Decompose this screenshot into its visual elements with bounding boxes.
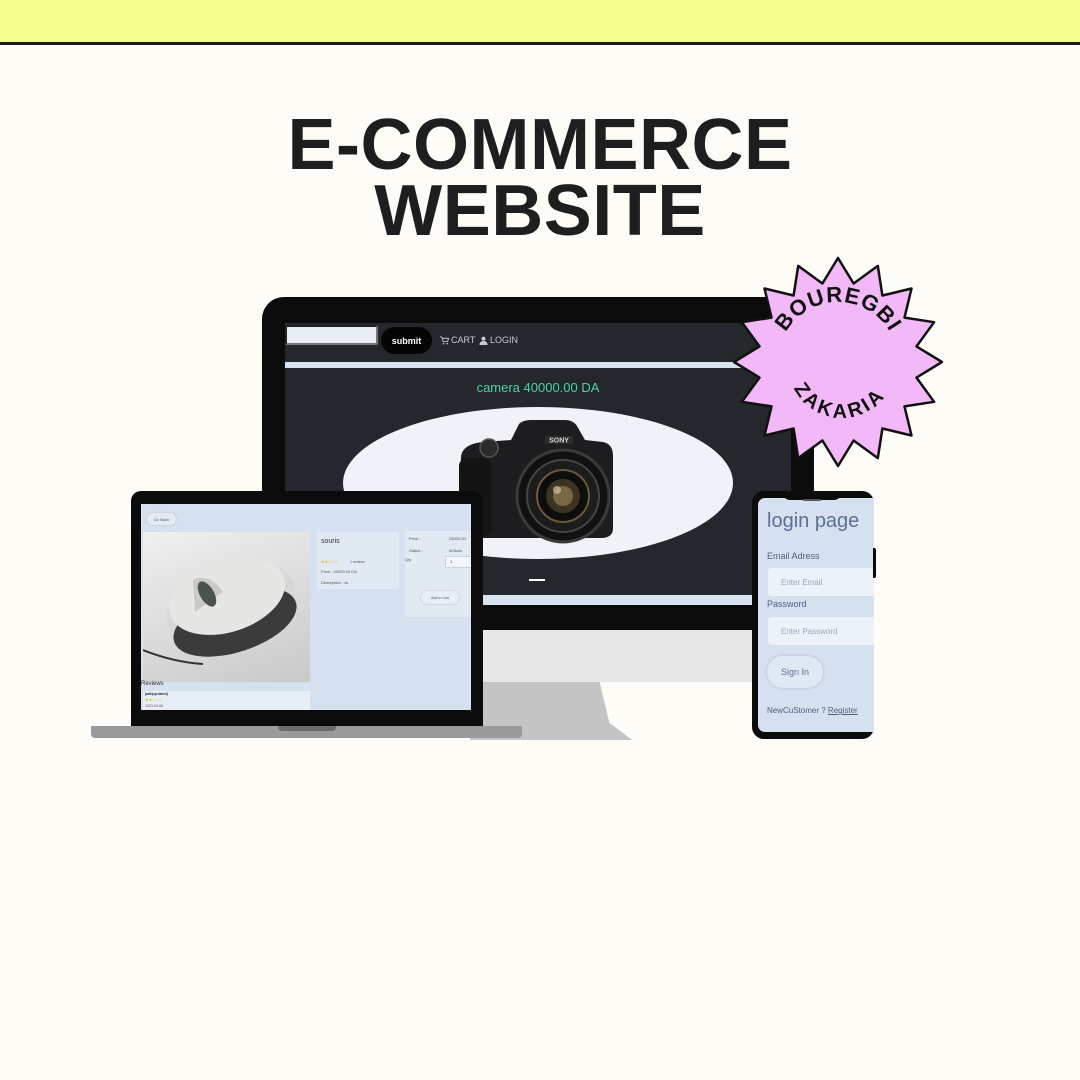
login-page-title: login page [767, 510, 860, 532]
sign-in-button[interactable]: Sign In [767, 656, 823, 688]
qty-label: Qty [405, 557, 412, 562]
laptop-notch [278, 726, 336, 731]
mouse-product-image [143, 532, 310, 682]
smartphone: login page Email Adress Password Sign In… [752, 491, 874, 739]
author-badge: BOUREGBI ZAKARIA [732, 256, 944, 468]
register-prompt: NewCuStomer ? Register [767, 706, 858, 715]
product-info-card: souris ★★☆☆☆ 1 reviews Price : 25000.00 … [317, 532, 399, 589]
cart-link[interactable]: CART [440, 335, 475, 345]
password-label: Password [767, 599, 807, 609]
carousel-indicator[interactable] [529, 579, 545, 581]
headline-line-1: E-COMMERCE [287, 105, 793, 185]
nav-divider [285, 362, 791, 368]
phone-screen: login page Email Adress Password Sign In… [758, 498, 874, 732]
product-title: camera 40000.00 DA [476, 380, 600, 395]
status-value: inStock [449, 548, 463, 553]
product-description: Description : ss [321, 580, 349, 585]
submit-button[interactable]: submit [381, 327, 432, 354]
price-value: 25000.00 [449, 536, 466, 541]
review-author: jadk(updated) [145, 692, 168, 696]
reviews-heading: Reviews [141, 681, 164, 687]
register-link[interactable]: Register [828, 706, 858, 715]
search-input[interactable] [285, 325, 378, 345]
laptop: Go Back souris ★★☆☆☆ 1 reviews Price : 2… [131, 491, 483, 727]
product-name: souris [321, 538, 340, 545]
review-date: 2023-03-08 [145, 704, 163, 708]
password-field[interactable] [768, 617, 874, 645]
phone-side-button [873, 548, 876, 578]
status-label: Status : [409, 548, 423, 553]
email-field[interactable] [768, 568, 874, 596]
svg-text:SONY: SONY [549, 438, 569, 445]
cart-icon [440, 335, 449, 344]
page-headline: E-COMMERCE WEBSITE [0, 105, 1080, 251]
rating-stars-icon: ★★☆☆☆ [321, 559, 339, 564]
cart-label: CART [451, 335, 476, 345]
add-to-cart-card: Price : 25000.00 Status : inStock Qty 1 … [405, 531, 471, 617]
new-customer-text: NewCuStomer ? [767, 706, 828, 715]
review-count: 1 reviews [350, 560, 365, 564]
login-label: LOGIN [490, 335, 519, 345]
review-item: jadk(updated) ★★☆☆☆ 2023-03-08 [143, 691, 310, 710]
qty-select[interactable]: 1 [445, 556, 471, 568]
headline-line-2: WEBSITE [374, 171, 706, 251]
go-back-button[interactable]: Go Back [147, 513, 176, 525]
phone-speaker [803, 499, 821, 501]
top-color-band [0, 0, 1080, 45]
email-label: Email Adress [767, 551, 820, 561]
add-to-cart-button[interactable]: Add to Cart [421, 591, 459, 604]
price-label: Price : [409, 536, 421, 541]
review-stars-icon: ★★☆☆☆ [145, 697, 163, 702]
login-link[interactable]: LOGIN [479, 335, 518, 345]
product-price: Price : 25000.00 DA [321, 569, 357, 574]
user-icon [479, 336, 488, 345]
laptop-screen: Go Back souris ★★☆☆☆ 1 reviews Price : 2… [141, 504, 471, 710]
